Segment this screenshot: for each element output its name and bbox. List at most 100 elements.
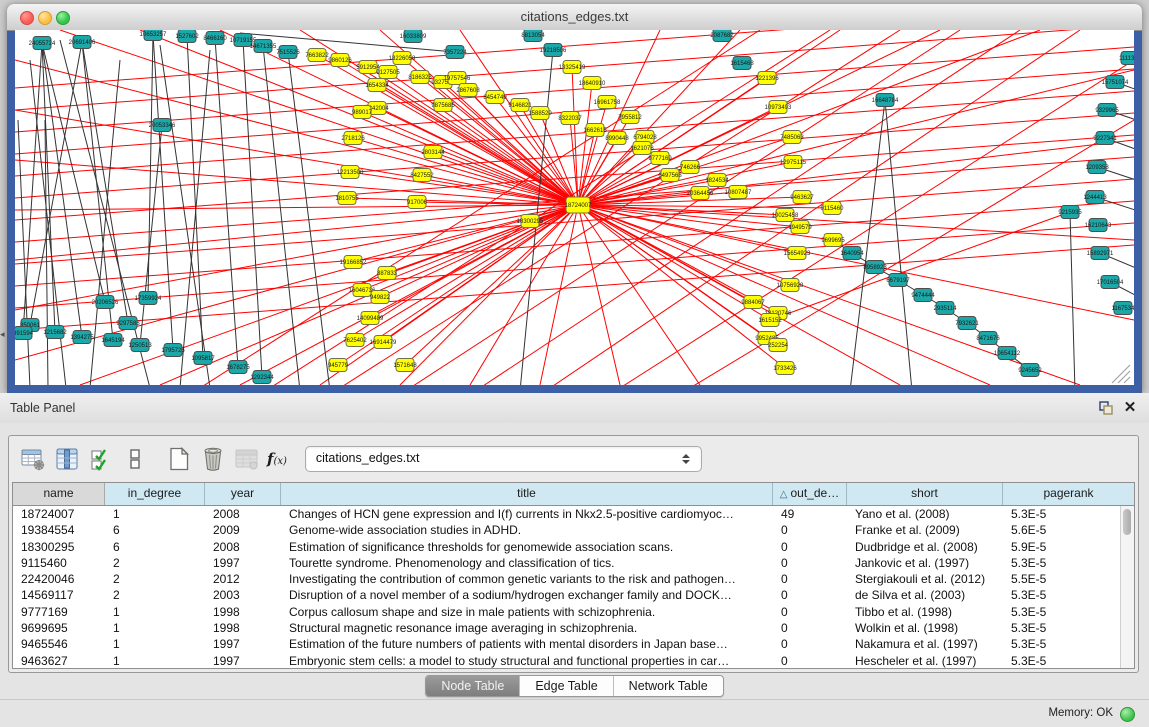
table-cell-year: 2008 bbox=[205, 539, 281, 555]
close-panel-icon[interactable]: ✕ bbox=[1121, 399, 1139, 417]
network-node-label: 17359924 bbox=[135, 296, 162, 302]
column-header-year[interactable]: year bbox=[205, 483, 281, 505]
memory-status-indicator[interactable] bbox=[1120, 707, 1135, 722]
table-cell-title: Estimation of significance thresholds fo… bbox=[281, 539, 773, 555]
table-vertical-scrollbar[interactable] bbox=[1120, 506, 1134, 668]
network-node-label: 9146821 bbox=[508, 103, 532, 109]
network-node-label: 1645194 bbox=[101, 338, 125, 344]
network-node-label: 7955812 bbox=[618, 115, 642, 121]
table-cell-short: Jankovic et al. (1997) bbox=[847, 555, 1003, 571]
table-row[interactable]: 1830029562008Estimation of significance … bbox=[13, 539, 1134, 555]
network-graph[interactable]: 2405572420691406106532571527602846616010… bbox=[15, 30, 1134, 385]
table-cell-out_degree: 0 bbox=[773, 620, 847, 636]
network-node-label: 8322037 bbox=[558, 116, 582, 122]
table-row[interactable]: 1872400712008Changes of HCN gene express… bbox=[13, 506, 1134, 522]
column-header-in_degree[interactable]: in_degree bbox=[105, 483, 205, 505]
network-node-label: 14671355 bbox=[250, 44, 277, 50]
float-panel-icon[interactable] bbox=[1097, 399, 1115, 417]
close-window-button[interactable] bbox=[20, 11, 34, 25]
new-table-icon[interactable] bbox=[165, 445, 193, 473]
column-preferences-icon[interactable] bbox=[53, 445, 81, 473]
network-canvas[interactable]: 2405572420691406106532571527602846616010… bbox=[15, 30, 1134, 385]
table-cell-out_degree: 49 bbox=[773, 506, 847, 522]
column-header-out_degree[interactable]: △out_de… bbox=[773, 483, 847, 505]
canvas-resize-grip[interactable] bbox=[1118, 371, 1130, 383]
scrollbar-thumb[interactable] bbox=[1123, 509, 1131, 535]
network-node-label: 1244413 bbox=[1083, 195, 1107, 201]
network-edge bbox=[263, 46, 300, 385]
table-row[interactable]: 977716911998Corpus callosum shape and si… bbox=[13, 604, 1134, 620]
column-header-title[interactable]: title bbox=[281, 483, 773, 505]
network-node-label: 1221396 bbox=[755, 76, 779, 82]
network-edge bbox=[410, 30, 960, 385]
network-node-label: 1949579 bbox=[788, 225, 812, 231]
network-node-label: 9297588 bbox=[116, 321, 140, 327]
network-node-label: 1824534 bbox=[705, 178, 729, 184]
table-row[interactable]: 946362711997Embryonic stem cells: a mode… bbox=[13, 653, 1134, 669]
network-edge bbox=[540, 205, 578, 385]
table-cell-out_degree: 0 bbox=[773, 522, 847, 538]
table-tabs: Node TableEdge TableNetwork Table bbox=[0, 675, 1149, 697]
network-node-label: 18300295 bbox=[517, 219, 544, 225]
table-cell-name: 9115460 bbox=[13, 555, 105, 571]
tab-edge-table[interactable]: Edge Table bbox=[519, 676, 612, 696]
network-node-label: 10973493 bbox=[765, 105, 792, 111]
row-height-icon[interactable] bbox=[121, 445, 149, 473]
table-cell-name: 9465546 bbox=[13, 636, 105, 652]
table-cell-short: Tibbo et al. (1998) bbox=[847, 604, 1003, 620]
table-cell-pagerank: 5.9E-5 bbox=[1003, 539, 1134, 555]
table-cell-short: Stergiakouli et al. (2012) bbox=[847, 571, 1003, 587]
minimize-window-button[interactable] bbox=[38, 11, 52, 25]
network-node-label: 1250513 bbox=[128, 343, 152, 349]
column-header-short[interactable]: short bbox=[847, 483, 1003, 505]
network-node-label: 1615152 bbox=[758, 318, 782, 324]
table-cell-title: Corpus callosum shape and size in male p… bbox=[281, 604, 773, 620]
network-edge bbox=[15, 223, 1134, 308]
table-row[interactable]: 946554611997Estimation of the future num… bbox=[13, 636, 1134, 652]
sidebar-collapse-arrow[interactable]: ◂ bbox=[0, 330, 5, 339]
network-node-label: 7663822 bbox=[305, 53, 329, 59]
network-edge bbox=[885, 100, 912, 385]
table-panel: ◡ Table Panel ✕ bbox=[0, 393, 1149, 727]
table-row[interactable]: 969969511998Structural magnetic resonanc… bbox=[13, 620, 1134, 636]
table-row[interactable]: 911546021997Tourette syndrome. Phenomeno… bbox=[13, 555, 1134, 571]
table-settings-icon[interactable] bbox=[19, 445, 47, 473]
network-edge bbox=[353, 138, 578, 205]
network-node-label: 1215682 bbox=[43, 330, 67, 336]
table-row[interactable]: 1456911722003Disruption of a novel membe… bbox=[13, 587, 1134, 603]
network-node-label: 1527602 bbox=[175, 34, 199, 40]
network-window-titlebar[interactable]: citations_edges.txt bbox=[7, 4, 1142, 31]
table-cell-title: Disruption of a novel member of a sodium… bbox=[281, 587, 773, 603]
function-builder-icon[interactable]: f(x) bbox=[267, 450, 287, 468]
table-cell-out_degree: 0 bbox=[773, 604, 847, 620]
tab-network-table[interactable]: Network Table bbox=[613, 676, 723, 696]
table-cell-pagerank: 5.3E-5 bbox=[1003, 506, 1134, 522]
network-node-label: 2718126 bbox=[341, 136, 365, 142]
table-cell-name: 18724007 bbox=[13, 506, 105, 522]
column-header-name[interactable]: name bbox=[13, 483, 105, 505]
table-selector-dropdown[interactable]: citations_edges.txt bbox=[305, 446, 702, 472]
table-cell-pagerank: 5.3E-5 bbox=[1003, 555, 1134, 571]
table-cell-year: 2012 bbox=[205, 571, 281, 587]
network-view-window[interactable]: citations_edges.txt 24055724206914061065… bbox=[7, 4, 1142, 393]
table-row[interactable]: 1938455462009Genome-wide association stu… bbox=[13, 522, 1134, 538]
tab-node-table[interactable]: Node Table bbox=[426, 676, 519, 696]
table-cell-year: 1997 bbox=[205, 555, 281, 571]
canvas-resize-grip[interactable] bbox=[1124, 377, 1130, 383]
zoom-window-button[interactable] bbox=[56, 11, 70, 25]
column-header-pagerank[interactable]: pagerank bbox=[1003, 483, 1134, 505]
table-panel-body: f(x) citations_edges.txt namein_degreeye… bbox=[8, 435, 1139, 673]
select-columns-icon[interactable] bbox=[87, 445, 115, 473]
network-node-label: 9227341 bbox=[1093, 136, 1117, 142]
network-node-label: 8471676 bbox=[976, 336, 1000, 342]
network-node-label: 7515526 bbox=[276, 50, 300, 56]
table-cell-pagerank: 5.3E-5 bbox=[1003, 653, 1134, 669]
network-node-label: 16210643 bbox=[1085, 223, 1112, 229]
table-cell-out_degree: 0 bbox=[773, 587, 847, 603]
table-row[interactable]: 2242004622012Investigating the contribut… bbox=[13, 571, 1134, 587]
network-node-label: 9777169 bbox=[648, 156, 672, 162]
network-node-label: 746266 bbox=[680, 165, 701, 171]
network-edge bbox=[572, 67, 578, 205]
table-cell-name: 18300295 bbox=[13, 539, 105, 555]
delete-attribute-icon[interactable] bbox=[199, 445, 227, 473]
